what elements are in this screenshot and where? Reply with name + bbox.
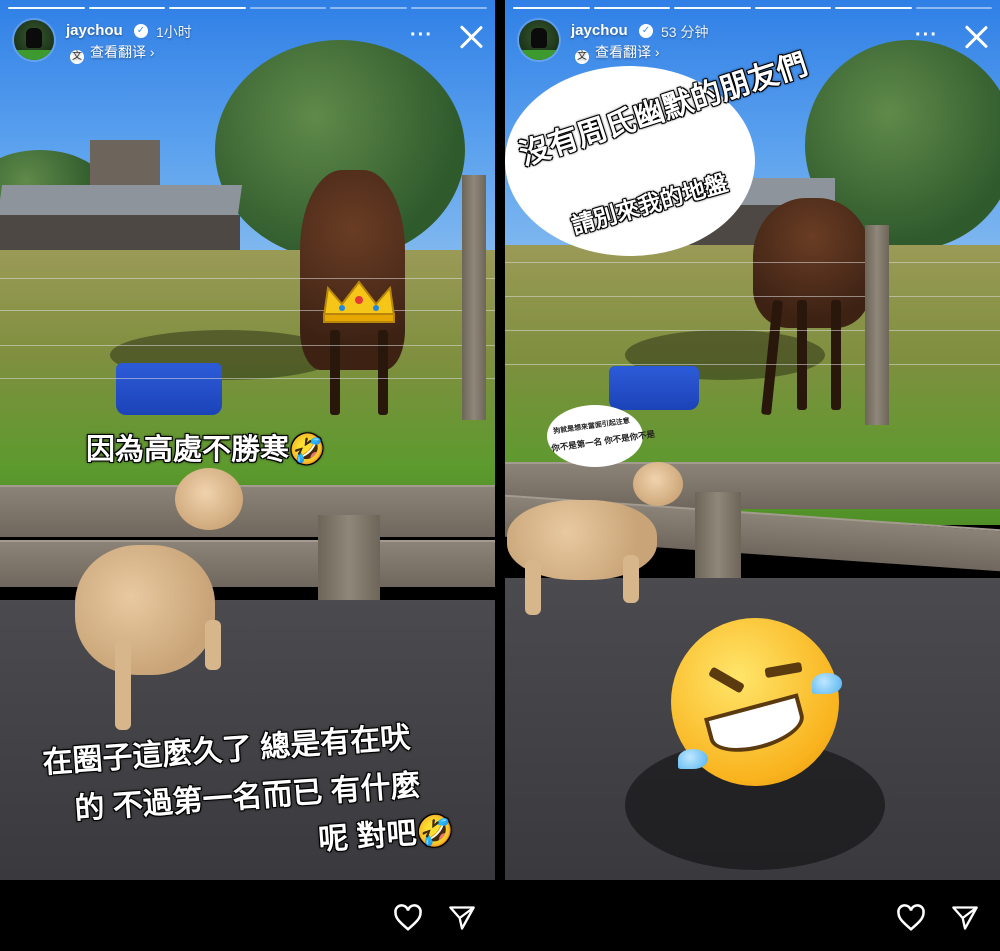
translate-icon: 文 <box>70 50 84 64</box>
emoji-tear <box>812 673 843 694</box>
fence-wire <box>505 364 1000 365</box>
progress-segment <box>410 7 487 9</box>
more-options-icon[interactable]: ··· <box>915 24 938 47</box>
rail-post <box>695 492 741 592</box>
send-icon[interactable] <box>950 904 980 932</box>
progress-segment <box>915 7 992 9</box>
horse-leg <box>378 330 388 415</box>
emoji-eye <box>764 661 803 679</box>
roof <box>0 185 243 215</box>
emoji-mouth <box>703 693 810 761</box>
avatar[interactable] <box>519 20 559 60</box>
heart-icon[interactable] <box>393 903 423 933</box>
dog-head <box>633 462 683 506</box>
story-footer <box>505 880 1000 951</box>
translate-link[interactable]: 文查看翻译 › <box>575 42 660 64</box>
fence-wire <box>505 262 1000 263</box>
dog-leg <box>205 620 221 670</box>
translate-link[interactable]: 文查看翻译 › <box>70 42 155 64</box>
story-header: jaychou ✓ 1小时 文查看翻译 › ··· <box>14 20 483 64</box>
username[interactable]: jaychou <box>571 22 628 39</box>
fence-post <box>462 175 486 420</box>
horse-leg <box>831 300 841 410</box>
caption-top: 因為高處不勝寒🤣 <box>86 434 326 466</box>
time-ago: 53 分钟 <box>661 24 709 40</box>
fence-wire <box>0 310 495 311</box>
crown-emoji <box>322 280 396 323</box>
speech-bubble-sticker: 狗就是想來當面引起注意 你不是第一名 你不是你不是 <box>547 405 656 467</box>
fence-wire <box>0 345 495 346</box>
progress-segment <box>330 7 407 9</box>
story-panel-right[interactable]: 沒有周氏幽默的朋友們 請別來我的地盤 狗就是想來當面引起注意 你不是第一名 你不… <box>505 0 1000 951</box>
emoji-tear <box>677 749 708 770</box>
fence-wire <box>0 278 495 279</box>
avatar[interactable] <box>14 20 54 60</box>
progress-segment <box>835 7 912 9</box>
story-progress-bar <box>513 7 992 9</box>
username[interactable]: jaychou <box>66 22 123 39</box>
horse <box>300 170 405 370</box>
progress-segment <box>169 7 246 9</box>
wood-rail <box>0 485 495 537</box>
translate-label: 查看翻译 › <box>595 44 660 60</box>
dog <box>75 545 215 675</box>
dog-head <box>175 468 243 530</box>
progress-segment <box>674 7 751 9</box>
blue-bucket <box>116 363 222 415</box>
story-header: jaychou ✓ 53 分钟 文查看翻译 › ··· <box>519 20 988 64</box>
story-panel-left[interactable]: 因為高處不勝寒🤣 在圈子這麼久了 總是有在吠 的 不過第一名而已 有什麼 呢 對… <box>0 0 495 951</box>
translate-label: 查看翻译 › <box>90 44 155 60</box>
time-ago: 1小时 <box>156 24 192 40</box>
rolling-laughing-emoji <box>671 618 843 786</box>
fence-wire <box>505 296 1000 297</box>
close-icon[interactable] <box>456 22 486 52</box>
translate-icon: 文 <box>575 50 589 64</box>
wood-rail <box>0 540 495 587</box>
building <box>0 215 240 255</box>
progress-segment <box>513 7 590 9</box>
fence-post <box>865 225 889 425</box>
send-icon[interactable] <box>447 904 477 932</box>
grass <box>0 250 495 520</box>
progress-segment <box>249 7 326 9</box>
story-progress-bar <box>8 7 487 9</box>
dog-leg <box>115 640 131 730</box>
emoji-eye <box>707 666 745 694</box>
more-options-icon[interactable]: ··· <box>410 24 433 47</box>
progress-segment <box>88 7 165 9</box>
horse-leg <box>330 330 340 415</box>
verified-badge-icon: ✓ <box>639 24 653 38</box>
dog-leg <box>623 555 639 603</box>
heart-icon[interactable] <box>896 903 926 933</box>
verified-badge-icon: ✓ <box>134 24 148 38</box>
progress-segment <box>8 7 85 9</box>
fence-wire <box>0 378 495 379</box>
blue-bucket <box>609 366 699 410</box>
horse-leg <box>797 300 807 410</box>
story-footer <box>0 880 495 951</box>
horse <box>753 198 871 328</box>
progress-segment <box>593 7 670 9</box>
fence-wire <box>505 330 1000 331</box>
progress-segment <box>754 7 831 9</box>
dog-leg <box>525 560 541 615</box>
close-icon[interactable] <box>961 22 991 52</box>
